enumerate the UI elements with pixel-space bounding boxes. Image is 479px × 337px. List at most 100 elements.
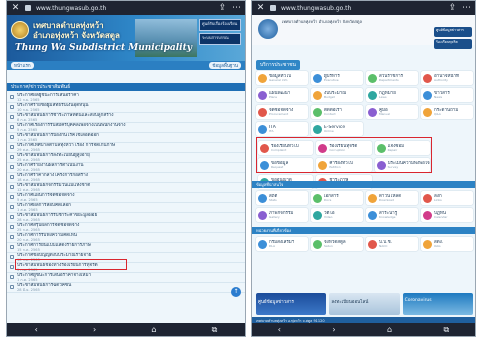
url-text[interactable]: www.thungwasub.go.th	[281, 5, 443, 12]
banner-card-2[interactable]: ระบบสารบรรณ	[199, 33, 241, 45]
list-item[interactable]: ประชาสัมพันธ์การรับชำระค่าขยะมูลฝอย 28 ก.…	[7, 213, 245, 223]
document-icon	[10, 275, 14, 279]
document-icon	[10, 205, 14, 209]
document-icon	[10, 135, 14, 139]
banner-card-1[interactable]: ศูนย์รับเรื่องร้องเรียน	[199, 19, 241, 31]
service-tile[interactable]: ผู้บริหาร Executive	[311, 71, 363, 85]
service-tile[interactable]: กระดานถาม Q&A	[421, 105, 473, 119]
municipality-logo[interactable]	[258, 19, 278, 39]
service-icon	[423, 73, 432, 83]
service-tile[interactable]: ป.ป.ช. NACC	[366, 237, 418, 251]
service-icon	[258, 73, 267, 83]
item-date: 1 ส.ค. 2565	[17, 208, 38, 212]
list-item[interactable]: ประกาศผลการสอบคัดเลือก 1 ส.ค. 2565	[7, 203, 245, 213]
item-date: 1 ก.ค. 2565	[17, 278, 38, 282]
share-icon[interactable]: ⇪	[448, 1, 457, 15]
more-icon[interactable]: ⋯	[232, 1, 241, 15]
tile-sublabel: General info	[269, 78, 288, 82]
item-date: 25 ก.ค. 2565	[17, 228, 40, 232]
home-icon[interactable]: ⌂	[387, 323, 392, 336]
share-icon[interactable]: ⇪	[218, 1, 227, 15]
tile-sublabel: Gallery	[269, 215, 280, 219]
right-address-bar[interactable]: ✕ www.thungwasub.go.th ⇪ ⋯	[252, 1, 475, 15]
close-icon[interactable]: ✕	[11, 1, 20, 15]
list-item[interactable]: ประกาศการรับฟังความคิดเห็น 20 ก.ค. 2565	[7, 233, 245, 243]
service-tile[interactable]: กรมส่งเสริมฯ DLA	[256, 237, 308, 251]
list-item[interactable]: ประกาศผลผู้ชนะการเสนอราคา 12 ก.ย. 2565	[7, 93, 245, 103]
nav-info-link[interactable]: ข้อมูลพื้นฐาน	[209, 62, 241, 69]
tile-sublabel: Plans	[269, 95, 277, 99]
ad-banner-2[interactable]: ลงทะเบียนออนไลน์	[329, 293, 400, 315]
service-tile[interactable]: ดาวน์โหลด Download	[366, 191, 418, 205]
item-date: 28 ก.ค. 2565	[17, 218, 40, 222]
list-item[interactable]: ประกาศรายงานผลการดำเนินงาน 20 ส.ค. 2565	[7, 163, 245, 173]
side-cards: ศูนย์ข้อมูลข่าวสาร ร้องเรียนทุจริต	[434, 27, 472, 51]
service-tile[interactable]: สตง. OAG	[421, 237, 473, 251]
back-icon[interactable]: ‹	[278, 323, 281, 336]
service-tile[interactable]: แผนพัฒนา Plans	[256, 88, 308, 102]
side-card-2[interactable]: ร้องเรียนทุจริต	[434, 39, 472, 49]
forward-icon[interactable]: ›	[332, 323, 335, 336]
left-bottom-toolbar: ‹ › ⌂ ⧉	[7, 323, 245, 336]
service-icon	[258, 124, 267, 134]
tabs-icon[interactable]: ⧉	[444, 323, 450, 336]
document-icon	[10, 155, 14, 159]
service-tile[interactable]: กฎหมาย Laws	[366, 88, 418, 102]
list-item[interactable]: ประชาสัมพันธ์การชำระภาษีที่ดินและสิ่งปลู…	[7, 113, 245, 123]
service-tile[interactable]: ส่วนราชการ Departments	[366, 71, 418, 85]
home-icon[interactable]: ⌂	[151, 323, 156, 336]
list-item[interactable]: ประกาศเรื่องการรับสมัครบุคคลเพื่อจ้างเป็…	[7, 123, 245, 133]
document-icon	[10, 185, 14, 189]
url-text[interactable]: www.thungwasub.go.th	[36, 5, 213, 12]
list-item[interactable]: ประกาศแผนการจัดซื้อจัดจ้าง 5 ส.ค. 2565	[7, 193, 245, 203]
tabs-icon[interactable]: ⧉	[212, 323, 218, 336]
service-tile[interactable]: ลิงก์ Links	[421, 191, 473, 205]
list-item[interactable]: ประกาศการยื่นแบบแสดงรายการภาษี 15 ก.ค. 25…	[7, 243, 245, 253]
service-tile[interactable]: E-Service Online	[311, 122, 363, 136]
list-item[interactable]: ประกาศสรุปผลการจัดซื้อจัดจ้าง 25 ก.ค. 256…	[7, 223, 245, 233]
tile-sublabel: Video	[324, 215, 333, 219]
list-item[interactable]: ประชาสัมพันธ์การป้องกันโรคไข้เลือดออก 1 ก…	[7, 133, 245, 143]
tile-sublabel: Authority	[434, 78, 448, 82]
list-item[interactable]: ประกาศเทศบาลตำบลทุ่งหว้า เรื่อง การจัดเก…	[7, 143, 245, 153]
service-tile[interactable]: จัดซื้อจัดจ้าง Procurement	[256, 105, 308, 119]
service-tile[interactable]: ข่าวสาร News	[421, 88, 473, 102]
service-tile[interactable]: คู่มือ Manual	[366, 105, 418, 119]
service-tile[interactable]: สถิติ Stats	[256, 191, 308, 205]
list-item[interactable]: ประกาศผู้ชนะการเสนอราคาจ้างเหมา 1 ก.ค. 25…	[7, 273, 245, 283]
service-tile[interactable]: สาระน่ารู้ Knowledge	[366, 208, 418, 222]
close-icon[interactable]: ✕	[256, 1, 265, 15]
service-tile[interactable]: ข้อมูลทั่วไป General info	[256, 71, 308, 85]
left-address-bar[interactable]: ✕ www.thungwasub.go.th ⇪ ⋯	[7, 1, 245, 15]
side-card-1[interactable]: ศูนย์ข้อมูลข่าวสาร	[434, 27, 472, 37]
document-icon	[10, 245, 14, 249]
list-item[interactable]: ประกาศราคากลางโครงการก่อสร้าง 18 ส.ค. 256…	[7, 173, 245, 183]
service-tile[interactable]: ปฏิทิน Calendar	[421, 208, 473, 222]
forward-icon[interactable]: ›	[93, 323, 96, 336]
list-item[interactable]: ประชาสัมพันธ์กิจกรรมวันแม่แห่งชาติ 12 ส.ค…	[7, 183, 245, 193]
service-icon	[368, 107, 377, 117]
nav-home-link[interactable]: หน้าแรก	[11, 62, 34, 69]
back-icon[interactable]: ‹	[35, 323, 38, 336]
service-tile[interactable]: เอกสาร Docs	[311, 191, 363, 205]
more-icon[interactable]: ⋯	[462, 1, 471, 15]
ad-banner-1[interactable]: ศูนย์ข้อมูลข่าวสาร	[256, 293, 327, 315]
municipality-logo[interactable]	[11, 21, 29, 39]
service-tile[interactable]: จังหวัดสตูล Satun	[311, 237, 363, 251]
list-item[interactable]: ประชาสัมพันธ์การฉีดวัคซีน 28 มิ.ย. 2565	[7, 283, 245, 293]
scroll-top-button[interactable]: ↑	[231, 287, 241, 297]
ad-banner-3[interactable]: Coronavirus	[402, 293, 473, 315]
service-tile[interactable]: ภาพกิจกรรม Gallery	[256, 208, 308, 222]
service-tile[interactable]: งบประมาณ Budget	[311, 88, 363, 102]
service-tile[interactable]: วิดีโอ Video	[311, 208, 363, 222]
right-browser-pane: ✕ www.thungwasub.go.th ⇪ ⋯ เทศบาลตำบลทุ่…	[251, 0, 476, 337]
list-item[interactable]: ประกาศรายชื่อผู้มีสิทธิ์รับเงินอุดหนุน 10…	[7, 103, 245, 113]
tile-sublabel: OAG	[434, 244, 441, 248]
list-item[interactable]: ประชาสัมพันธ์การลงทะเบียนผู้สูงอายุ 25 ส.…	[7, 153, 245, 163]
service-tile[interactable]: ITA ITA	[256, 122, 308, 136]
nav-strip: หน้าแรก ข้อมูลพื้นฐาน	[7, 61, 245, 70]
document-icon	[10, 165, 14, 169]
service-tile[interactable]: อำนาจหน้าที่ Authority	[421, 71, 473, 85]
service-tile[interactable]: ติดต่อเรา Contact	[311, 105, 363, 119]
item-date: 8 ก.ย. 2565	[17, 118, 38, 122]
